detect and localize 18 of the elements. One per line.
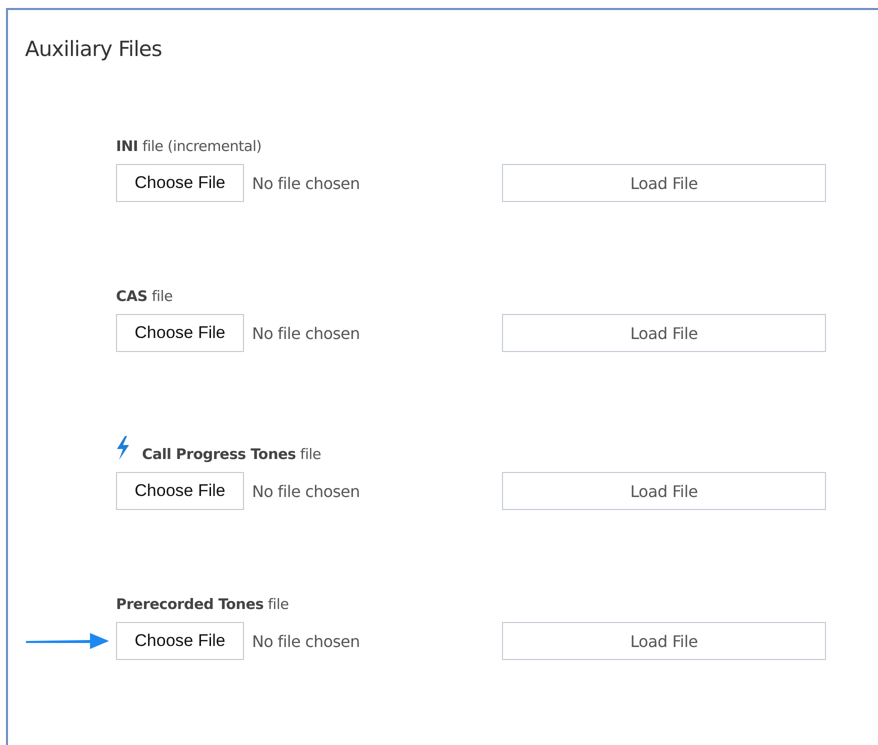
load-file-button[interactable]: Load File [502, 622, 826, 660]
load-file-button[interactable]: Load File [502, 472, 826, 510]
lightning-icon [116, 436, 130, 460]
load-file-button[interactable]: Load File [502, 314, 826, 352]
file-label: Call Progress Tones file [142, 446, 322, 465]
file-label: INI file (incremental) [116, 138, 262, 157]
choose-file-button[interactable]: Choose File [116, 314, 244, 352]
choose-file-button[interactable]: Choose File [116, 164, 244, 202]
file-status: No file chosen [252, 482, 361, 500]
load-file-button[interactable]: Load File [502, 164, 826, 202]
choose-file-button[interactable]: Choose File [116, 472, 244, 510]
file-status: No file chosen [252, 632, 361, 650]
file-status: No file chosen [252, 324, 361, 342]
panel-title: Auxiliary Files [25, 36, 162, 63]
file-status: No file chosen [252, 174, 361, 192]
file-label: Prerecorded Tones file [116, 596, 289, 615]
file-label: CAS file [116, 288, 173, 307]
choose-file-button[interactable]: Choose File [116, 622, 244, 660]
